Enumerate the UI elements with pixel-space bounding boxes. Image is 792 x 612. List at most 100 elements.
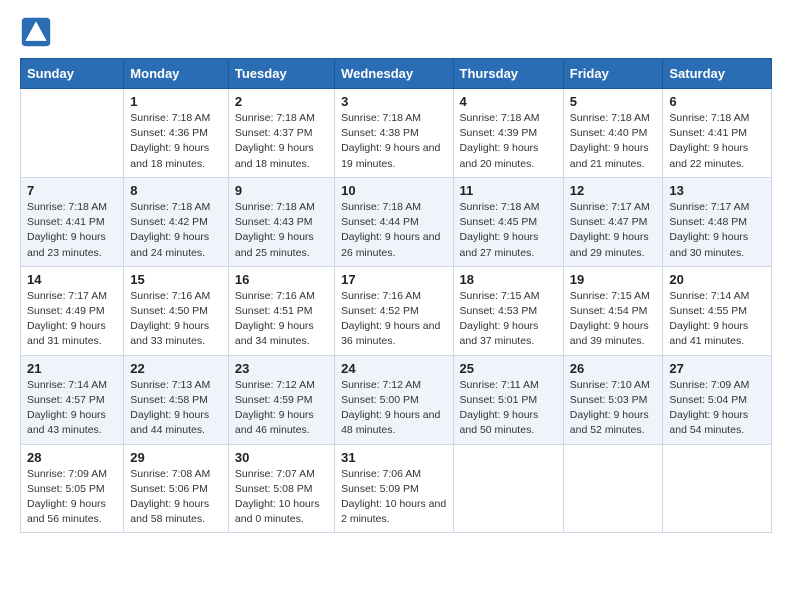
cell-1-3: 10 Sunrise: 7:18 AMSunset: 4:44 PMDayligh… xyxy=(335,177,453,266)
cell-2-3: 17Sunrise: 7:16 AMSunset: 4:52 PMDayligh… xyxy=(335,266,453,355)
cell-0-6: 6 Sunrise: 7:18 AMSunset: 4:41 PMDaylight… xyxy=(663,89,772,178)
cell-4-1: 29 Sunrise: 7:08 AMSunset: 5:06 PMDayligh… xyxy=(124,444,229,533)
date-number: 7 xyxy=(27,183,117,198)
week-row-5: 28Sunrise: 7:09 AMSunset: 5:05 PMDayligh… xyxy=(21,444,772,533)
cell-4-2: 30Sunrise: 7:07 AMSunset: 5:08 PMDayligh… xyxy=(228,444,334,533)
cell-info: Sunrise: 7:15 AMSunset: 4:53 PMDaylight:… xyxy=(460,289,557,350)
cell-2-2: 16 Sunrise: 7:16 AMSunset: 4:51 PMDayligh… xyxy=(228,266,334,355)
date-number: 24 xyxy=(341,361,446,376)
date-number: 12 xyxy=(570,183,657,198)
cell-3-5: 26 Sunrise: 7:10 AMSunset: 5:03 PMDayligh… xyxy=(563,355,663,444)
date-number: 26 xyxy=(570,361,657,376)
date-number: 22 xyxy=(130,361,222,376)
cell-info: Sunrise: 7:18 AMSunset: 4:44 PMDaylight:… xyxy=(341,200,446,261)
cell-info: Sunrise: 7:17 AMSunset: 4:47 PMDaylight:… xyxy=(570,200,657,261)
cell-2-5: 19 Sunrise: 7:15 AMSunset: 4:54 PMDayligh… xyxy=(563,266,663,355)
date-number: 1 xyxy=(130,94,222,109)
cell-info: Sunrise: 7:12 AMSunset: 4:59 PMDaylight:… xyxy=(235,378,328,439)
week-row-1: 1Sunrise: 7:18 AMSunset: 4:36 PMDaylight… xyxy=(21,89,772,178)
cell-3-0: 21 Sunrise: 7:14 AMSunset: 4:57 PMDayligh… xyxy=(21,355,124,444)
cell-1-5: 12 Sunrise: 7:17 AMSunset: 4:47 PMDayligh… xyxy=(563,177,663,266)
logo xyxy=(20,16,56,48)
header-saturday: Saturday xyxy=(663,59,772,89)
cell-info: Sunrise: 7:15 AMSunset: 4:54 PMDaylight:… xyxy=(570,289,657,350)
date-number: 8 xyxy=(130,183,222,198)
date-number: 13 xyxy=(669,183,765,198)
date-number: 10 xyxy=(341,183,446,198)
cell-3-3: 24 Sunrise: 7:12 AMSunset: 5:00 PMDayligh… xyxy=(335,355,453,444)
cell-1-0: 7 Sunrise: 7:18 AMSunset: 4:41 PMDaylight… xyxy=(21,177,124,266)
cell-info: Sunrise: 7:10 AMSunset: 5:03 PMDaylight:… xyxy=(570,378,657,439)
cell-info: Sunrise: 7:17 AMSunset: 4:49 PMDaylight:… xyxy=(27,289,117,350)
header-thursday: Thursday xyxy=(453,59,563,89)
calendar-header-row: SundayMondayTuesdayWednesdayThursdayFrid… xyxy=(21,59,772,89)
cell-2-4: 18 Sunrise: 7:15 AMSunset: 4:53 PMDayligh… xyxy=(453,266,563,355)
cell-0-3: 3Sunrise: 7:18 AMSunset: 4:38 PMDaylight… xyxy=(335,89,453,178)
cell-1-6: 13 Sunrise: 7:17 AMSunset: 4:48 PMDayligh… xyxy=(663,177,772,266)
cell-info: Sunrise: 7:16 AMSunset: 4:50 PMDaylight:… xyxy=(130,289,222,350)
cell-2-1: 15 Sunrise: 7:16 AMSunset: 4:50 PMDayligh… xyxy=(124,266,229,355)
cell-4-0: 28Sunrise: 7:09 AMSunset: 5:05 PMDayligh… xyxy=(21,444,124,533)
cell-info: Sunrise: 7:14 AMSunset: 4:57 PMDaylight:… xyxy=(27,378,117,439)
date-number: 28 xyxy=(27,450,117,465)
date-number: 31 xyxy=(341,450,446,465)
cell-info: Sunrise: 7:17 AMSunset: 4:48 PMDaylight:… xyxy=(669,200,765,261)
cell-0-0 xyxy=(21,89,124,178)
cell-3-4: 25Sunrise: 7:11 AMSunset: 5:01 PMDayligh… xyxy=(453,355,563,444)
cell-0-4: 4 Sunrise: 7:18 AMSunset: 4:39 PMDaylight… xyxy=(453,89,563,178)
date-number: 20 xyxy=(669,272,765,287)
cell-info: Sunrise: 7:16 AMSunset: 4:51 PMDaylight:… xyxy=(235,289,328,350)
cell-info: Sunrise: 7:18 AMSunset: 4:42 PMDaylight:… xyxy=(130,200,222,261)
date-number: 9 xyxy=(235,183,328,198)
cell-info: Sunrise: 7:18 AMSunset: 4:41 PMDaylight:… xyxy=(669,111,765,172)
header-wednesday: Wednesday xyxy=(335,59,453,89)
cell-4-3: 31 Sunrise: 7:06 AMSunset: 5:09 PMDayligh… xyxy=(335,444,453,533)
date-number: 18 xyxy=(460,272,557,287)
cell-3-6: 27 Sunrise: 7:09 AMSunset: 5:04 PMDayligh… xyxy=(663,355,772,444)
cell-info: Sunrise: 7:18 AMSunset: 4:37 PMDaylight:… xyxy=(235,111,328,172)
header-monday: Monday xyxy=(124,59,229,89)
cell-info: Sunrise: 7:06 AMSunset: 5:09 PMDaylight:… xyxy=(341,467,446,528)
logo-icon xyxy=(20,16,52,48)
date-number: 5 xyxy=(570,94,657,109)
week-row-2: 7 Sunrise: 7:18 AMSunset: 4:41 PMDaylight… xyxy=(21,177,772,266)
calendar-table: SundayMondayTuesdayWednesdayThursdayFrid… xyxy=(20,58,772,533)
cell-3-2: 23Sunrise: 7:12 AMSunset: 4:59 PMDayligh… xyxy=(228,355,334,444)
cell-info: Sunrise: 7:11 AMSunset: 5:01 PMDaylight:… xyxy=(460,378,557,439)
cell-1-1: 8 Sunrise: 7:18 AMSunset: 4:42 PMDaylight… xyxy=(124,177,229,266)
cell-info: Sunrise: 7:08 AMSunset: 5:06 PMDaylight:… xyxy=(130,467,222,528)
week-row-3: 14 Sunrise: 7:17 AMSunset: 4:49 PMDayligh… xyxy=(21,266,772,355)
date-number: 16 xyxy=(235,272,328,287)
cell-info: Sunrise: 7:18 AMSunset: 4:38 PMDaylight:… xyxy=(341,111,446,172)
header-tuesday: Tuesday xyxy=(228,59,334,89)
cell-info: Sunrise: 7:18 AMSunset: 4:39 PMDaylight:… xyxy=(460,111,557,172)
cell-0-5: 5 Sunrise: 7:18 AMSunset: 4:40 PMDaylight… xyxy=(563,89,663,178)
cell-info: Sunrise: 7:13 AMSunset: 4:58 PMDaylight:… xyxy=(130,378,222,439)
cell-4-5 xyxy=(563,444,663,533)
date-number: 15 xyxy=(130,272,222,287)
date-number: 11 xyxy=(460,183,557,198)
cell-1-2: 9Sunrise: 7:18 AMSunset: 4:43 PMDaylight… xyxy=(228,177,334,266)
date-number: 6 xyxy=(669,94,765,109)
header-sunday: Sunday xyxy=(21,59,124,89)
header-friday: Friday xyxy=(563,59,663,89)
week-row-4: 21 Sunrise: 7:14 AMSunset: 4:57 PMDayligh… xyxy=(21,355,772,444)
date-number: 4 xyxy=(460,94,557,109)
date-number: 29 xyxy=(130,450,222,465)
date-number: 19 xyxy=(570,272,657,287)
cell-info: Sunrise: 7:07 AMSunset: 5:08 PMDaylight:… xyxy=(235,467,328,528)
cell-info: Sunrise: 7:18 AMSunset: 4:41 PMDaylight:… xyxy=(27,200,117,261)
cell-4-4 xyxy=(453,444,563,533)
cell-2-6: 20 Sunrise: 7:14 AMSunset: 4:55 PMDayligh… xyxy=(663,266,772,355)
date-number: 27 xyxy=(669,361,765,376)
cell-1-4: 11Sunrise: 7:18 AMSunset: 4:45 PMDayligh… xyxy=(453,177,563,266)
cell-3-1: 22 Sunrise: 7:13 AMSunset: 4:58 PMDayligh… xyxy=(124,355,229,444)
cell-info: Sunrise: 7:18 AMSunset: 4:40 PMDaylight:… xyxy=(570,111,657,172)
cell-info: Sunrise: 7:09 AMSunset: 5:04 PMDaylight:… xyxy=(669,378,765,439)
date-number: 2 xyxy=(235,94,328,109)
date-number: 21 xyxy=(27,361,117,376)
date-number: 14 xyxy=(27,272,117,287)
cell-info: Sunrise: 7:14 AMSunset: 4:55 PMDaylight:… xyxy=(669,289,765,350)
cell-info: Sunrise: 7:12 AMSunset: 5:00 PMDaylight:… xyxy=(341,378,446,439)
page-header xyxy=(20,16,772,48)
